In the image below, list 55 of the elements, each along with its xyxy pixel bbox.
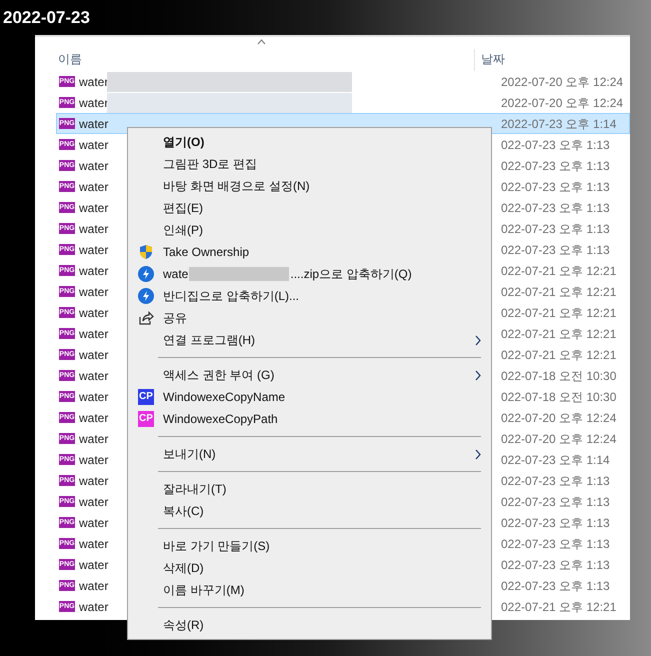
file-date: 022-07-23 오후 1:13 — [501, 200, 611, 216]
file-name: water — [79, 304, 107, 322]
file-name: water — [79, 494, 107, 510]
file-date: 022-07-20 오후 12:24 — [501, 430, 618, 448]
cp-icon: CP — [138, 389, 154, 405]
file-name: water — [79, 452, 107, 468]
file-date: 022-07-18 오전 10:30 — [501, 388, 618, 406]
file-name: water — [79, 326, 107, 342]
file-date: 022-07-23 오후 1:13 — [501, 220, 611, 238]
file-name: water — [79, 220, 107, 238]
file-date: 022-07-23 오후 1:13 — [501, 158, 611, 174]
file-name: water — [79, 346, 107, 364]
file-name: water — [79, 116, 107, 132]
file-date: 022-07-21 오후 12:21 — [501, 262, 618, 280]
file-date: 022-07-23 오후 1:13 — [501, 578, 611, 594]
page-title: 2022-07-23 — [3, 7, 90, 29]
file-name: water — [79, 158, 107, 174]
file-date: 022-07-21 오후 12:21 — [501, 346, 618, 364]
file-name: water — [79, 388, 107, 406]
cp-icon: CP — [138, 411, 154, 427]
file-date: 022-07-20 오후 12:24 — [501, 410, 618, 426]
file-date: 022-07-23 오후 1:13 — [501, 536, 611, 552]
file-name: water — [79, 598, 107, 616]
file-name: water — [79, 242, 107, 258]
file-name: water — [79, 368, 107, 384]
file-date: 022-07-23 오후 1:14 — [501, 452, 611, 468]
file-date: 022-07-23 오후 1:13 — [501, 178, 611, 196]
file-date: 022-07-23 오후 1:13 — [501, 472, 611, 490]
file-name: water — [79, 410, 107, 426]
file-name: water — [79, 556, 107, 574]
file-name: water — [79, 200, 107, 216]
file-name: water — [79, 136, 107, 154]
file-name: water — [79, 178, 107, 196]
file-name: water — [79, 430, 107, 448]
file-name: water — [79, 284, 107, 300]
file-date: 022-07-23 오후 1:13 — [501, 136, 611, 154]
file-name: water — [79, 536, 107, 552]
file-date: 2022-07-23 오후 1:14 — [501, 116, 618, 132]
file-date: 022-07-23 오후 1:13 — [501, 494, 611, 510]
file-date: 022-07-21 오후 12:21 — [501, 304, 618, 322]
file-name: water — [79, 514, 107, 532]
file-date: 2022-07-20 오후 12:24 — [501, 74, 624, 90]
file-date: 022-07-21 오후 12:21 — [501, 598, 618, 616]
file-date: 022-07-23 오후 1:13 — [501, 556, 611, 574]
file-name: water — [79, 262, 107, 280]
file-date: 2022-07-20 오후 12:24 — [501, 94, 624, 112]
file-name: water — [79, 472, 107, 490]
file-date: 022-07-21 오후 12:21 — [501, 284, 618, 300]
file-name: water — [79, 74, 107, 90]
file-name: water — [79, 94, 107, 112]
file-date: 022-07-23 오후 1:13 — [501, 514, 611, 532]
file-date: 022-07-23 오후 1:13 — [501, 242, 611, 258]
file-date: 022-07-18 오전 10:30 — [501, 368, 618, 384]
file-name: water — [79, 578, 107, 594]
file-date: 022-07-21 오후 12:21 — [501, 326, 618, 342]
